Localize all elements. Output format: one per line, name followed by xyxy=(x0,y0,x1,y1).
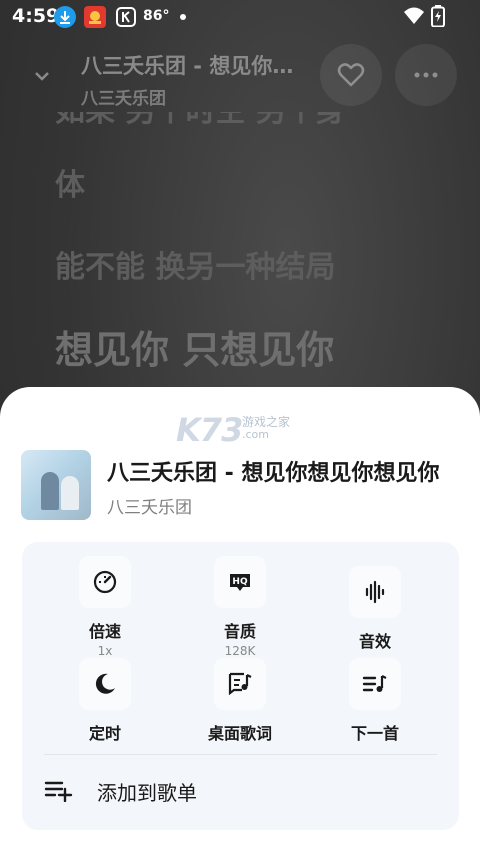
speed-value: 1x xyxy=(97,644,113,658)
lyric-line: 体 xyxy=(55,168,85,203)
player-song-artist: 八三夭乐团 xyxy=(81,89,166,109)
player-song-title: 八三夭乐团 - 想见你想见你想见你 xyxy=(81,54,303,78)
watermark-logo: K73 游戏之家 .com xyxy=(176,411,304,449)
quality-option[interactable]: HQ 音质 128K xyxy=(180,556,300,658)
lyric-line-current: 想见你 只想见你 xyxy=(55,328,335,372)
speed-label: 倍速 xyxy=(88,622,121,641)
like-button[interactable] xyxy=(320,44,382,106)
sound-effect-label: 音效 xyxy=(358,632,391,651)
quality-value: 128K xyxy=(224,644,256,658)
app-notification-icon xyxy=(84,6,106,28)
moon-icon xyxy=(79,658,131,710)
sound-effect-option[interactable]: 音效 xyxy=(315,566,435,652)
sheet-song-artist: 八三夭乐团 xyxy=(107,498,192,518)
playlist-add-icon xyxy=(44,778,74,806)
hq-icon: HQ xyxy=(214,556,266,608)
add-to-playlist-label: 添加到歌单 xyxy=(97,781,197,805)
song-options-sheet: K73 游戏之家 .com 八三夭乐团 - 想见你想见你想见你 八三夭乐团 倍速… xyxy=(0,387,480,854)
battery-charging-icon xyxy=(431,5,445,31)
lyric-line: 如果 另个时空 另个身 xyxy=(55,112,346,152)
desktop-lyrics-icon xyxy=(214,658,266,710)
status-dot-icon xyxy=(180,14,186,20)
download-notification-icon xyxy=(54,6,76,28)
speedometer-icon xyxy=(79,556,131,608)
speed-option[interactable]: 倍速 1x xyxy=(45,556,165,658)
play-next-icon xyxy=(349,658,401,710)
divider xyxy=(44,754,437,755)
more-options-button[interactable] xyxy=(395,44,457,106)
desktop-lyrics-label: 桌面歌词 xyxy=(207,724,272,743)
desktop-lyrics-option[interactable]: 桌面歌词 xyxy=(180,658,300,744)
watermark-brand: K73 xyxy=(176,411,243,449)
lyric-line: 能不能 换另一种结局 xyxy=(55,250,336,285)
album-cover xyxy=(21,450,91,520)
heart-icon xyxy=(337,63,365,87)
player-header: 八三夭乐团 - 想见你想见你想见你 八三夭乐团 xyxy=(0,44,480,109)
status-time: 4:59 xyxy=(12,5,60,27)
timer-option[interactable]: 定时 xyxy=(45,658,165,744)
sound-wave-icon xyxy=(349,566,401,618)
options-panel: 倍速 1x HQ 音质 128K 音效 定时 桌面歌词 下一首 添加到歌单 xyxy=(22,542,459,830)
svg-text:HQ: HQ xyxy=(232,577,248,587)
more-dots-icon xyxy=(414,72,438,78)
collapse-chevron-down-icon[interactable] xyxy=(28,62,56,90)
watermark-domain: .com xyxy=(242,428,269,441)
status-temperature: 86° xyxy=(143,8,170,24)
add-to-playlist-row[interactable]: 添加到歌单 xyxy=(22,760,459,820)
timer-label: 定时 xyxy=(88,724,121,743)
wifi-icon xyxy=(403,6,425,30)
k-app-notification-icon xyxy=(115,6,137,28)
play-next-label: 下一首 xyxy=(350,724,399,743)
sheet-song-title: 八三夭乐团 - 想见你想见你想见你 xyxy=(107,461,440,486)
play-next-option[interactable]: 下一首 xyxy=(315,658,435,744)
quality-label: 音质 xyxy=(223,622,256,641)
status-bar: 4:59 86° xyxy=(0,0,480,34)
